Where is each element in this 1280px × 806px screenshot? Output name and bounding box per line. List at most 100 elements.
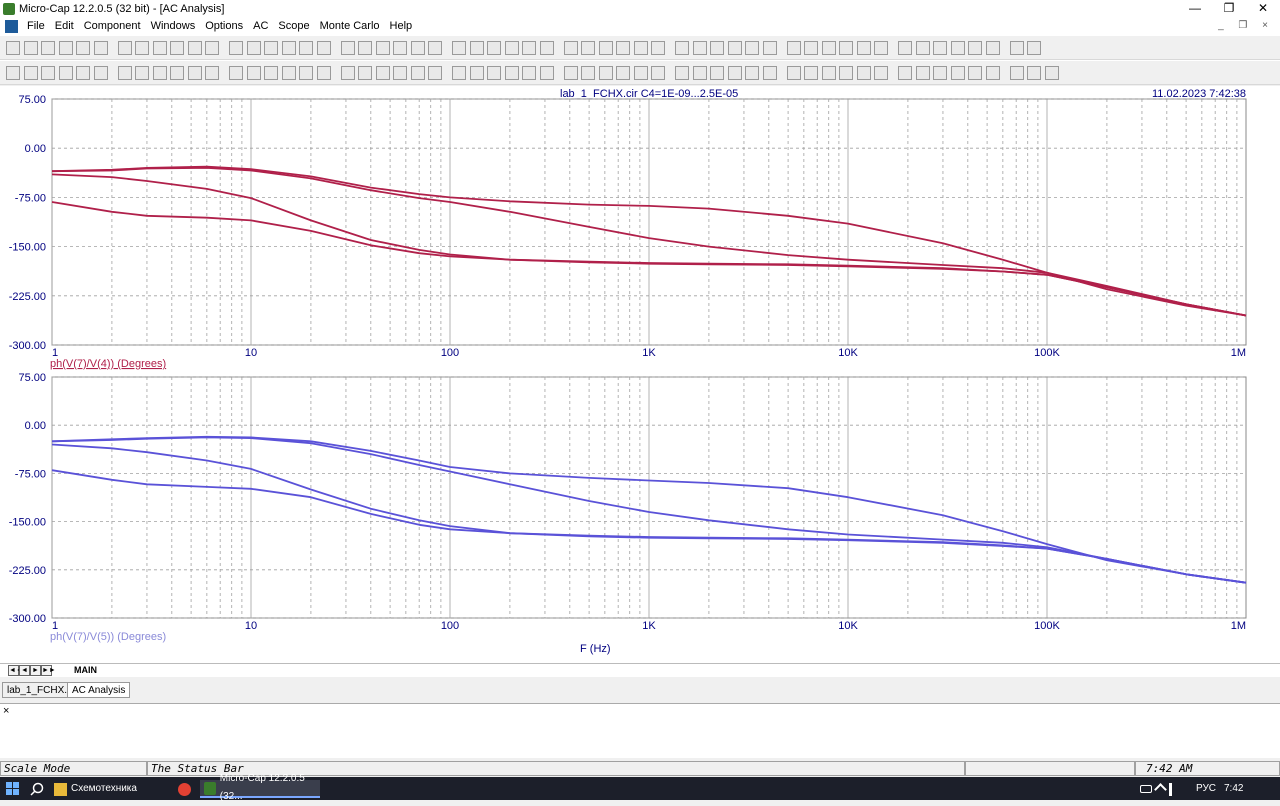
toolbar1-tool-icon-55[interactable] [1009,41,1024,55]
toolbar2-tool-icon-23[interactable] [410,66,425,80]
plot-panel-1[interactable]: 75.00 0.00 -75.00 -150.00 -225.00 -300.00 1 10 1… [9,94,1247,359]
menu-monte-carlo[interactable]: Monte Carlo [315,20,385,32]
tab-last-button[interactable]: ►► [41,665,56,676]
toolbar1-tool-icon-39[interactable] [710,41,724,55]
toolbar1-tool-icon-23[interactable] [410,41,425,55]
toolbar2-tool-icon-54[interactable] [985,66,1000,80]
toolbar2-tool-icon-52[interactable] [950,66,965,80]
toolbar2-tool-icon-1[interactable] [6,66,20,80]
toolbar2-tool-icon-29[interactable] [522,66,536,80]
analysis-plot[interactable]: lab_1_FCHX.cir C4=1E-09...2.5E-05 11.02.… [0,86,1280,663]
tab-next-button[interactable]: ► [30,665,41,676]
toolbar1-tool-icon-52[interactable] [950,41,965,55]
toolbar2-tool-icon-41[interactable] [745,66,759,80]
toolbar2-tool-icon-5[interactable] [76,66,90,80]
toolbar2-tool-icon-32[interactable] [581,66,595,80]
toolbar1-tool-icon-31[interactable] [563,41,578,55]
toolbar2-tool-icon-7[interactable] [117,66,132,80]
toolbar2-tool-icon-24[interactable] [428,66,442,80]
close-pane-icon[interactable]: × [3,705,9,717]
toolbar2-tool-icon-37[interactable] [675,66,689,80]
menu-options[interactable]: Options [200,20,248,32]
toolbar1-tool-icon-25[interactable] [452,41,466,55]
toolbar2-tool-icon-45[interactable] [821,66,836,80]
toolbar1-tool-icon-56[interactable] [1027,41,1041,55]
toolbar1-tool-icon-35[interactable] [633,41,648,55]
toolbar1-tool-icon-48[interactable] [874,41,888,55]
toolbar1-tool-icon-53[interactable] [968,41,982,55]
toolbar1-tool-icon-26[interactable] [469,41,484,55]
toolbar1-tool-icon-44[interactable] [804,41,818,55]
toolbar2-tool-icon-14[interactable] [246,66,261,80]
toolbar2-tool-icon-22[interactable] [393,66,407,80]
tab-first-button[interactable]: ◄◄ [8,665,23,676]
toolbar1-tool-icon-10[interactable] [170,41,184,55]
mdi-controls[interactable]: _ ❐ × [1218,17,1274,35]
top-plot-ylabel[interactable]: ph(V(7)/V(4)) (Degrees) [50,358,166,370]
toolbar1-tool-icon-28[interactable] [504,41,519,55]
toolbar2-tool-icon-20[interactable] [358,66,372,80]
menu-file[interactable]: File [22,20,50,32]
toolbar2-tool-icon-2[interactable] [23,66,38,80]
toolbar1-tool-icon-16[interactable] [281,41,296,55]
toolbar1-tool-icon-9[interactable] [152,41,167,55]
toolbar2-tool-icon-55[interactable] [1009,66,1024,80]
toolbar2-tool-icon-18[interactable] [316,66,331,80]
toolbar1-tool-icon-13[interactable] [229,41,243,55]
toolbar1-tool-icon-15[interactable] [264,41,278,55]
maximize-button[interactable]: ❐ [1212,0,1246,17]
toolbar1-tool-icon-45[interactable] [821,41,836,55]
toolbar2-tool-icon-50[interactable] [915,66,930,80]
toolbar2-tool-icon-51[interactable] [933,66,947,80]
toolbar1-tool-icon-11[interactable] [187,41,202,55]
toolbar1-tool-icon-38[interactable] [692,41,707,55]
toolbar2-tool-icon-21[interactable] [375,66,390,80]
toolbar2-tool-icon-42[interactable] [762,66,777,80]
menu-help[interactable]: Help [385,20,418,32]
mdi-window-icon[interactable] [5,19,18,33]
toolbar2-tool-icon-39[interactable] [710,66,724,80]
plot-panel-2[interactable]: 75.00 0.00 -75.00 -150.00 -225.00 -300.00 1 10 1… [9,372,1247,632]
toolbar1-tool-icon-8[interactable] [135,41,149,55]
doc-tab-ac-analysis[interactable]: AC Analysis [67,682,131,698]
toolbar2-tool-icon-9[interactable] [152,66,167,80]
toolbar1-tool-icon-6[interactable] [93,41,108,55]
toolbar2-tool-icon-44[interactable] [804,66,818,80]
menu-windows[interactable]: Windows [146,20,201,32]
toolbar1-tool-icon-5[interactable] [76,41,90,55]
toolbar1-tool-icon-22[interactable] [393,41,407,55]
toolbar2-tool-icon-31[interactable] [563,66,578,80]
toolbar2-tool-icon-25[interactable] [452,66,466,80]
toolbar1-tool-icon-14[interactable] [246,41,261,55]
toolbar1-tool-icon-17[interactable] [299,41,313,55]
tab-prev-button[interactable]: ◄ [19,665,30,676]
toolbar1-tool-icon-3[interactable] [41,41,55,55]
toolbar1-tool-icon-19[interactable] [340,41,355,55]
taskbar-microcap[interactable]: Micro-Cap 12.2.0.5 (32... [200,773,320,802]
menu-component[interactable]: Component [79,20,146,32]
toolbar1-tool-icon-47[interactable] [856,41,871,55]
toolbar2-tool-icon-57[interactable] [1044,66,1059,80]
toolbar2-tool-icon-10[interactable] [170,66,184,80]
toolbar1-tool-icon-50[interactable] [915,41,930,55]
toolbar1-tool-icon-21[interactable] [375,41,390,55]
minimize-button[interactable]: — [1178,0,1212,17]
system-tray-icons[interactable] [1140,780,1181,798]
toolbar2-tool-icon-19[interactable] [340,66,355,80]
toolbar2-tool-icon-49[interactable] [898,66,912,80]
toolbar1-tool-icon-7[interactable] [117,41,132,55]
toolbar2-tool-icon-43[interactable] [786,66,801,80]
toolbar1-tool-icon-18[interactable] [316,41,331,55]
toolbar2-tool-icon-16[interactable] [281,66,296,80]
toolbar2-tool-icon-56[interactable] [1027,66,1041,80]
toolbar2-tool-icon-30[interactable] [539,66,554,80]
menu-ac[interactable]: AC [248,20,273,32]
menu-scope[interactable]: Scope [273,20,314,32]
toolbar1-tool-icon-20[interactable] [358,41,372,55]
toolbar2-tool-icon-28[interactable] [504,66,519,80]
toolbar2-tool-icon-53[interactable] [968,66,982,80]
toolbar2-tool-icon-8[interactable] [135,66,149,80]
toolbar1-tool-icon-4[interactable] [58,41,73,55]
toolbar2-tool-icon-3[interactable] [41,66,55,80]
clock[interactable]: 7:42 [1224,780,1243,798]
